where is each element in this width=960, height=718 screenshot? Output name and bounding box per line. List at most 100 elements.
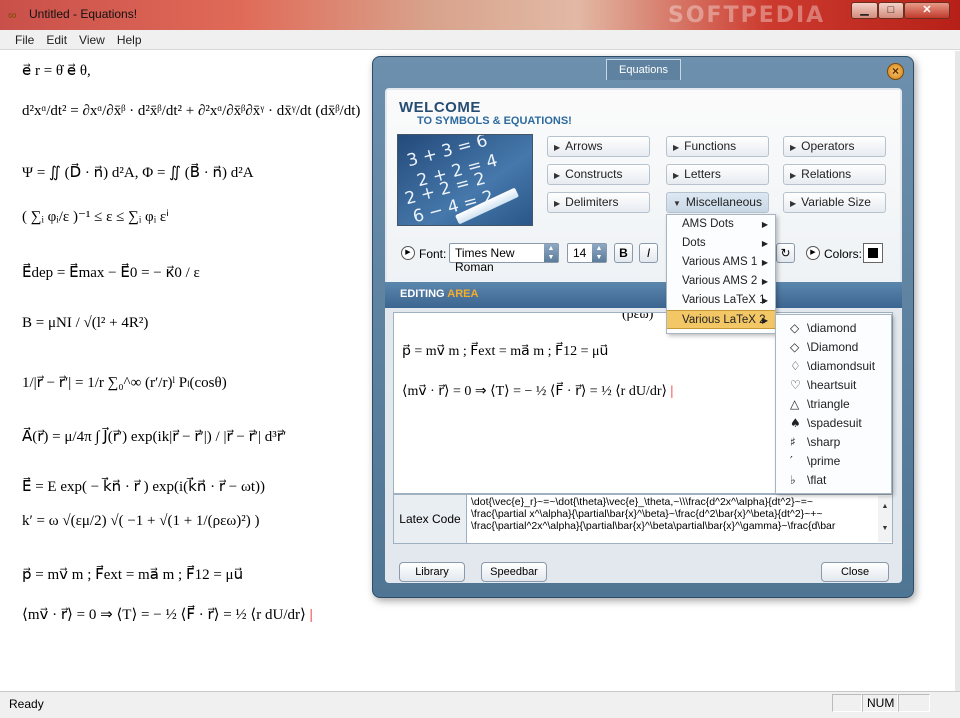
status-bar: Ready NUM [0, 691, 960, 718]
format-toolbar: ▶ Font: Times New Roman ▲ ▼ 14 ▲ ▼ B I ↻ ▶ C… [387, 240, 900, 274]
symbol-diamond[interactable]: ◇ \diamond [776, 319, 891, 338]
latex-code-textbox[interactable]: \dot{\vec{e}_r}~=~\dot{\theta}\vec{e}_\t… [471, 496, 874, 542]
menu-view[interactable]: View [72, 30, 110, 47]
menu-item-various-latex-1[interactable]: Various LaTeX 1 ▶ [667, 291, 775, 310]
menu-item-label: AMS Dots [682, 218, 734, 230]
category-miscellaneous-button[interactable]: ▼ Miscellaneous [666, 192, 769, 213]
symbol-flat[interactable]: ♭ \flat [776, 471, 891, 490]
symbol-label: \sharp [807, 435, 841, 449]
category-label: Variable Size [801, 195, 871, 209]
italic-button[interactable]: I [639, 243, 658, 263]
category-label: Relations [801, 167, 852, 181]
category-label: Constructs [565, 167, 623, 181]
menu-edit[interactable]: Edit [39, 30, 72, 47]
equation-line[interactable]: e⃗ r = θ̇ e⃗ θ, [22, 61, 91, 80]
triangle-down-icon: ▼ [673, 199, 681, 208]
font-select[interactable]: Times New Roman ▲ ▼ [449, 243, 559, 274]
editing-accent: AREA [447, 288, 479, 300]
dialog-close-icon[interactable]: × [887, 63, 904, 80]
symbol-Diamond[interactable]: ◇ \Diamond [776, 338, 891, 357]
document-scrollbar[interactable] [955, 51, 960, 691]
category-label: Miscellaneous [685, 195, 762, 209]
category-operators-button[interactable]: ▶ Operators [783, 136, 886, 157]
play-icon[interactable]: ▶ [806, 246, 820, 260]
play-icon[interactable]: ▶ [401, 246, 415, 260]
close-button[interactable]: Close [821, 562, 889, 582]
bold-button[interactable]: B [614, 243, 633, 263]
category-functions-button[interactable]: ▶ Functions [666, 136, 769, 157]
menu-help[interactable]: Help [110, 30, 147, 47]
equation-line[interactable]: 1/|r⃗ − r⃗′| = 1/r ∑₀^∞ (r′/r)ˡ Pₗ(cosθ) [22, 373, 227, 392]
category-constructs-button[interactable]: ▶ Constructs [547, 164, 650, 185]
equation-line[interactable]: d²xᵅ/dt² = ∂xᵅ/∂x̄ᵝ · d²x̄ᵝ/dt² + ∂²xᵅ/∂… [22, 103, 360, 120]
menu-file[interactable]: File [0, 30, 39, 47]
library-button[interactable]: Library [399, 562, 465, 582]
category-arrows-button[interactable]: ▶ Arrows [547, 136, 650, 157]
menu-item-dots[interactable]: Dots ▶ [667, 234, 775, 253]
menu-item-label: Various AMS 2 [682, 275, 758, 287]
welcome-panel: WELCOME TO SYMBOLS & EQUATIONS! 3 + 3 = … [387, 90, 900, 290]
category-letters-button[interactable]: ▶ Letters [666, 164, 769, 185]
color-swatch[interactable] [863, 243, 883, 263]
symbol-label: \Diamond [807, 340, 859, 354]
diamond-icon: ◇ [790, 321, 800, 335]
spade-suit-icon: ♠ [790, 416, 801, 430]
equation-line[interactable]: ⟨mv⃗ · r⃗⟩ = 0 ⇒ ⟨T⟩ = − ½ ⟨F⃗ · r⃗⟩ = ½… [22, 605, 313, 624]
menu-item-label: Various LaTeX 2 [682, 314, 766, 326]
menu-item-various-latex-2[interactable]: Various LaTeX 2 ▶ [667, 310, 775, 329]
maximize-button[interactable]: □ [878, 2, 904, 19]
dialog-tab[interactable]: Equations [606, 59, 681, 80]
spin-arrows-icon[interactable]: ▲ ▼ [592, 244, 606, 262]
minimize-button[interactable]: ▁ [851, 2, 878, 19]
spin-arrows-icon[interactable]: ▲ ▼ [544, 244, 558, 262]
menu-item-various-ams-2[interactable]: Various AMS 2 ▶ [667, 272, 775, 291]
menu-item-various-ams-1[interactable]: Various AMS 1 ▶ [667, 253, 775, 272]
equation-line[interactable]: B = μNI / √(l² + 4R²) [22, 315, 148, 332]
triangle-right-icon: ▶ [790, 143, 797, 152]
symbol-heartsuit[interactable]: ♡ \heartsuit [776, 376, 891, 395]
category-relations-button[interactable]: ▶ Relations [783, 164, 886, 185]
symbol-label: \heartsuit [807, 378, 857, 392]
equation-line[interactable]: ( ∑ᵢ φᵢ/ε )⁻¹ ≤ ε ≤ ∑ᵢ φᵢ εⁱ [22, 207, 169, 226]
watermark: SOFTPEDIA [668, 3, 826, 28]
redo-icon[interactable]: ↻ [776, 243, 795, 263]
symbol-prime[interactable]: ′ \prime [776, 452, 891, 471]
category-delimiters-button[interactable]: ▶ Delimiters [547, 192, 650, 213]
symbol-label: \flat [807, 473, 827, 487]
submenu-arrow-icon: ▶ [761, 220, 768, 229]
chalkboard-image: 3 + 3 = 6 2 + 2 = 4 2 + 2 = 2 6 − 4 = 2 [397, 134, 533, 226]
font-label: Font: [419, 247, 447, 261]
flat-icon: ♭ [790, 473, 796, 487]
scroll-up-icon[interactable]: ▲ [882, 503, 889, 510]
edit-line: ⟨mv⃗ · r⃗⟩ = 0 ⇒ ⟨T⟩ = − ½ ⟨F⃗ · r⃗⟩ = ½… [402, 383, 673, 400]
equation-line[interactable]: E⃗dep = E⃗max − E⃗0 = − κ⃗0 / ε [22, 263, 200, 282]
submenu-arrow-icon: ▶ [761, 316, 768, 325]
equation-line[interactable]: p⃗ = mv⃗ m ; F⃗ext = ma⃗ m ; F⃗12 = μu⃗ [22, 565, 243, 584]
equation-line[interactable]: k′ = ω √(εμ/2) √( −1 + √(1 + 1/(ρεω)²) ) [22, 513, 259, 530]
status-pane-num: NUM [862, 694, 898, 712]
equation-line[interactable]: A⃗(r⃗) = μ/4π ∫ J⃗(r⃗′) exp(ik|r⃗ − r⃗′|… [22, 427, 286, 446]
triangle-right-icon: ▶ [790, 199, 797, 208]
menu-item-label: Various LaTeX 1 [682, 294, 766, 306]
prime-icon: ′ [790, 454, 793, 468]
speedbar-button[interactable]: Speedbar [481, 562, 547, 582]
equation-line[interactable]: Ψ = ∬ (D⃗ · n⃗) d²A, Φ = ∬ (B⃗ · n⃗) d²A [22, 163, 254, 182]
symbol-triangle[interactable]: △ \triangle [776, 395, 891, 414]
diamond-suit-icon: ♢ [790, 359, 801, 373]
font-value: Times New Roman [455, 246, 515, 274]
category-variable-size-button[interactable]: ▶ Variable Size [783, 192, 886, 213]
title-bar[interactable]: ∞ Untitled - Equations! SOFTPEDIA ▁ □ ✕ [0, 0, 960, 30]
symbol-diamondsuit[interactable]: ♢ \diamondsuit [776, 357, 891, 376]
symbol-sharp[interactable]: ♯ \sharp [776, 433, 891, 452]
equation-line[interactable]: E⃗ = E exp( − k⃗n⃗ · r⃗ ) exp(i(k⃗n⃗ · r… [22, 477, 265, 496]
status-pane-scroll [898, 694, 930, 712]
scroll-down-icon[interactable]: ▼ [882, 525, 889, 532]
symbol-spadesuit[interactable]: ♠ \spadesuit [776, 414, 891, 433]
font-size-select[interactable]: 14 ▲ ▼ [567, 243, 607, 263]
latex-scrollbar[interactable]: ▲ ▼ [878, 496, 892, 542]
symbol-label: \diamondsuit [807, 359, 876, 373]
status-text: Ready [9, 697, 44, 711]
submenu-arrow-icon: ▶ [761, 239, 768, 248]
close-window-button[interactable]: ✕ [904, 2, 950, 19]
menu-item-ams-dots[interactable]: AMS Dots ▶ [667, 215, 775, 234]
